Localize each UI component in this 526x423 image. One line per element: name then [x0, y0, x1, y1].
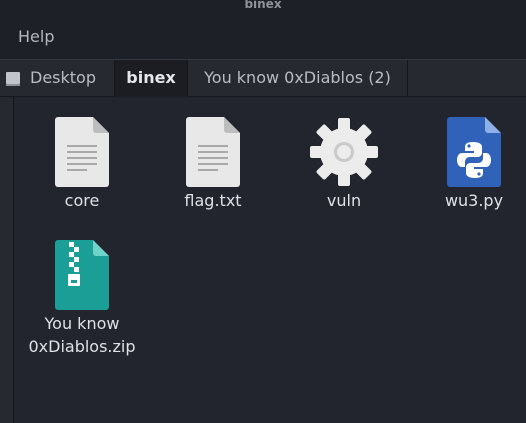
file-item-core[interactable]: core	[23, 117, 141, 212]
file-item-zip[interactable]: You know 0xDiablos.zip	[23, 240, 141, 358]
menu-help[interactable]: Help	[18, 27, 54, 46]
file-view: core flag.txt vuln wu3.py You know 0xDia…	[14, 97, 526, 423]
crumb-desktop[interactable]: Desktop	[0, 60, 114, 97]
crumb-binex-label: binex	[126, 68, 176, 87]
crumb-zip-folder[interactable]: You know 0xDiablos (2)	[188, 60, 408, 97]
crumb-zip-folder-label: You know 0xDiablos (2)	[204, 68, 391, 87]
python-file-icon	[415, 117, 526, 189]
file-item-flag-txt[interactable]: flag.txt	[154, 117, 272, 212]
file-item-wu3-py[interactable]: wu3.py	[415, 117, 526, 212]
file-label: core	[64, 191, 100, 210]
window-titlebar: binex	[0, 0, 526, 16]
window-title: binex	[244, 0, 282, 11]
path-bar: Desktop binex You know 0xDiablos (2)	[0, 59, 526, 97]
sidebar-edge	[0, 97, 14, 423]
crumb-desktop-label: Desktop	[30, 68, 96, 87]
file-label-line1: You know	[44, 314, 120, 333]
desktop-icon	[6, 72, 20, 86]
file-item-vuln[interactable]: vuln	[285, 117, 403, 212]
file-label-line2: 0xDiablos.zip	[28, 337, 136, 356]
file-label: vuln	[326, 191, 362, 210]
text-document-icon	[154, 117, 272, 189]
file-label: flag.txt	[184, 191, 242, 210]
executable-gear-icon	[285, 117, 403, 189]
text-document-icon	[23, 117, 141, 189]
menubar: Help	[0, 16, 526, 59]
zip-archive-icon	[23, 240, 141, 312]
crumb-binex[interactable]: binex	[114, 60, 188, 97]
file-label: wu3.py	[444, 191, 504, 210]
